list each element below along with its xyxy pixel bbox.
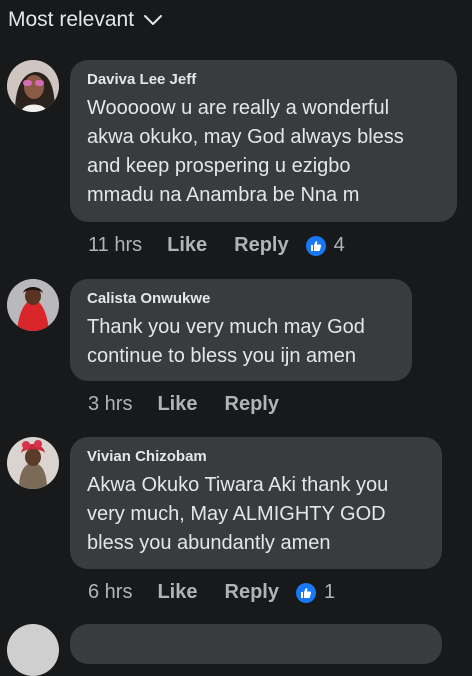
- comment-text: Wooooow u are really a wonderful akwa ok…: [87, 97, 404, 206]
- avatar[interactable]: [7, 60, 59, 112]
- comment-text: Akwa Okuko Tiwara Aki thank you very muc…: [87, 474, 389, 554]
- comment-author[interactable]: Vivian Chizobam: [87, 447, 426, 467]
- comment-author[interactable]: Daviva Lee Jeff: [87, 70, 441, 90]
- comment-bubble: Calista Onwukwe Thank you very much may …: [70, 279, 412, 381]
- comment-bubble: [70, 624, 442, 664]
- reaction-count: 4: [333, 234, 345, 256]
- avatar[interactable]: [7, 624, 59, 676]
- comment-time[interactable]: 6 hrs: [88, 581, 132, 604]
- reaction-summary[interactable]: 4: [305, 234, 345, 257]
- comment-time[interactable]: 11 hrs: [88, 234, 142, 257]
- sort-dropdown[interactable]: Most relevant: [8, 8, 164, 32]
- comment-actions: 3 hrs Like Reply: [88, 393, 296, 416]
- comment-bubble: Vivian Chizobam Akwa Okuko Tiwara Aki th…: [70, 437, 442, 569]
- thumbs-up-icon: [305, 235, 326, 256]
- comment-actions: 11 hrs Like Reply 4: [88, 234, 345, 257]
- comment-actions: 6 hrs Like Reply 1: [88, 581, 335, 604]
- reaction-count: 1: [323, 581, 336, 603]
- comment-text: Thank you very much may God continue to …: [87, 316, 365, 367]
- comment-author[interactable]: Calista Onwukwe: [87, 289, 396, 309]
- reply-button[interactable]: Reply: [225, 581, 279, 604]
- like-button[interactable]: Like: [157, 581, 197, 604]
- like-button[interactable]: Like: [157, 393, 197, 416]
- thumbs-up-icon: [295, 582, 316, 603]
- reply-button[interactable]: Reply: [234, 234, 288, 257]
- avatar[interactable]: [7, 279, 59, 331]
- comment-bubble: Daviva Lee Jeff Wooooow u are really a w…: [70, 60, 457, 222]
- reply-button[interactable]: Reply: [225, 393, 279, 416]
- reaction-summary[interactable]: 1: [295, 581, 336, 604]
- like-button[interactable]: Like: [167, 234, 207, 257]
- comment-time[interactable]: 3 hrs: [88, 393, 132, 416]
- chevron-down-icon: [142, 13, 164, 27]
- avatar[interactable]: [7, 437, 59, 489]
- sort-label: Most relevant: [8, 8, 135, 31]
